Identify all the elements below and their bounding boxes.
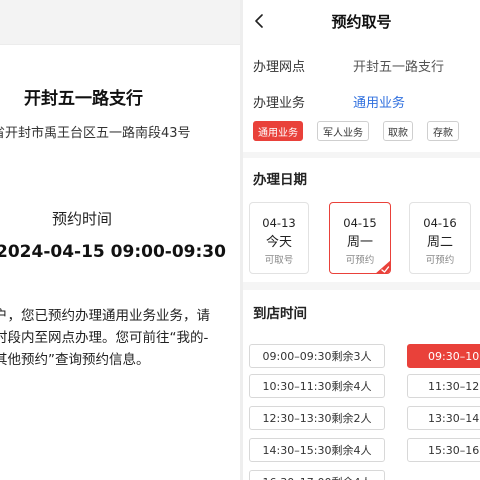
chip-withdraw[interactable]: 取款 [383,121,413,141]
card-edge [0,44,240,45]
time-slot[interactable]: 13:30–14: [407,406,480,430]
date-text: 04-16 [423,216,457,230]
branch-name: 开封五一路支行 [24,89,143,109]
date-section: 办理日期 04-13 今天 可取号 04-15 周一 可预约 04-16 周二 … [243,158,480,282]
time-slot[interactable]: 12:30–13:30剩余2人 [249,406,385,430]
date-option-selected[interactable]: 04-15 周一 可预约 [329,202,391,274]
branch-label: 办理网点 [253,60,306,75]
chip-general-business[interactable]: 通用业务 [253,121,303,141]
chip-deposit[interactable]: 存款 [427,121,459,141]
time-slot-selected[interactable]: 09:30–10: [407,344,480,368]
business-form-card: 办理网点 开封五一路支行 办理业务 通用业务 通用业务 军人业务 取款 存款 [243,44,480,152]
time-slot[interactable]: 11:30–12: [407,374,480,398]
page-title: 预约取号 [331,13,392,31]
chip-military-business[interactable]: 军人业务 [317,121,369,141]
time-slot[interactable]: 15:30–16: [407,438,480,462]
weekday-text: 今天 [265,235,292,250]
branch-value: 开封五一路支行 [353,60,445,75]
time-section-title: 到店时间 [253,306,307,322]
appointment-confirmation-panel: 开封五一路支行 省开封市禹王台区五一路南段43号 预约时间 2024-04-15… [0,0,240,480]
note-line: 其他预约”查询预约信息。 [0,352,150,368]
date-text: 04-15 [343,216,377,230]
time-slot[interactable]: 14:30–15:30剩余4人 [249,438,385,462]
date-status: 可预约 [425,255,455,266]
branch-address: 省开封市禹王台区五一路南段43号 [0,126,191,141]
weekday-text: 周二 [426,235,453,250]
booking-panel: 预约取号 办理网点 开封五一路支行 办理业务 通用业务 通用业务 军人业务 取款… [243,0,480,480]
time-section: 到店时间 09:00–09:30剩余3人 10:30–11:30剩余4人 12:… [243,290,480,480]
header-bar: 预约取号 [243,0,480,44]
date-text: 04-13 [262,216,296,230]
appointment-time-label: 预约时间 [52,210,113,228]
check-icon [376,260,390,273]
business-value[interactable]: 通用业务 [353,92,405,111]
weekday-text: 周一 [346,235,373,250]
time-slot[interactable]: 09:00–09:30剩余3人 [249,344,385,368]
date-status: 可取号 [264,255,294,266]
top-band [0,0,240,44]
time-slot[interactable]: 16:30–17:00剩余4人 [249,470,385,480]
date-option-tuesday[interactable]: 04-16 周二 可预约 [409,202,471,274]
date-option-today[interactable]: 04-13 今天 可取号 [249,202,309,274]
date-section-title: 办理日期 [253,172,307,188]
note-line: 户，您已预约办理通用业务业务，请 [0,308,210,324]
appointment-time-value: 2024-04-15 09:00-09:30 [0,242,226,262]
time-slot[interactable]: 10:30–11:30剩余4人 [249,374,385,398]
business-label: 办理业务 [253,96,306,111]
note-line: 时段内至网点办理。您可前往“我的- [0,330,209,346]
